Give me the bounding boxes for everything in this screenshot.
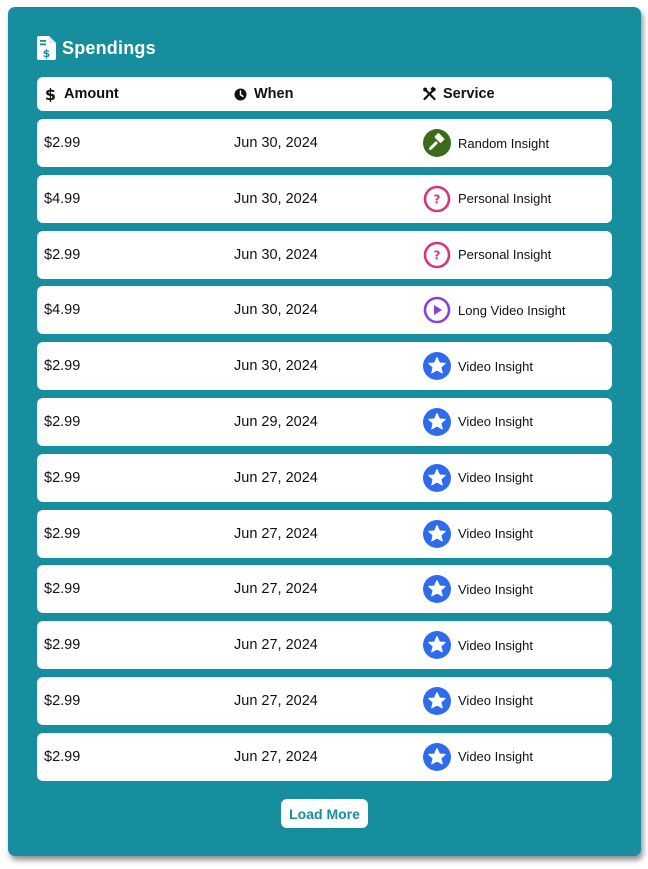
when-cell: Jun 27, 2024 [234,525,318,542]
panel-header: $ Spendings [37,36,156,60]
star-icon [423,407,451,436]
service-label: Personal Insight [458,191,552,207]
table-row[interactable]: $2.99 Jun 27, 2024 Video Insight [37,453,612,502]
when-cell: Jun 30, 2024 [234,246,318,263]
page-title: Spendings [62,37,156,58]
amount-cell: $2.99 [44,469,81,486]
service-label: Video Insight [458,749,533,765]
table-row[interactable]: $2.99 Jun 30, 2024 Random Insight [37,119,612,167]
service-label: Personal Insight [458,247,552,263]
amount-cell: $2.99 [44,748,81,765]
service-label: Video Insight [458,470,533,486]
svg-text:?: ? [434,248,441,262]
column-header-service[interactable]: Service [423,77,495,111]
service-cell: Video Insight [423,510,533,558]
amount-cell: $2.99 [44,413,81,430]
column-header-amount[interactable]: $ Amount [44,77,119,111]
dollar-document-icon: $ [37,36,56,60]
service-label: Random Insight [458,135,550,151]
column-label: When [254,86,294,102]
table-row[interactable]: $2.99 Jun 27, 2024 Video Insight [37,565,612,614]
amount-cell: $4.99 [44,302,81,319]
svg-text:$: $ [43,47,51,60]
service-label: Long Video Insight [458,302,566,318]
service-cell: Video Insight [423,677,533,725]
table-row[interactable]: $2.99 Jun 29, 2024 Video Insight [37,397,612,446]
table-header: $ Amount When Service [37,77,612,111]
amount-cell: $2.99 [44,525,81,542]
service-label: Video Insight [458,526,533,542]
table-row[interactable]: $4.99 Jun 30, 2024? Personal Insight [37,174,612,223]
star-icon [423,631,451,660]
amount-cell: $2.99 [44,581,81,598]
star-icon [423,686,451,715]
service-cell: Video Insight [423,454,533,502]
when-cell: Jun 30, 2024 [234,190,318,207]
question-icon: ? [423,185,451,213]
service-label: Video Insight [458,358,533,374]
when-cell: Jun 30, 2024 [234,358,318,375]
when-cell: Jun 30, 2024 [234,302,318,319]
when-cell: Jun 30, 2024 [234,135,318,151]
when-cell: Jun 27, 2024 [234,748,318,765]
star-icon [423,463,451,492]
play-icon [423,297,451,324]
amount-cell: $2.99 [44,692,81,709]
question-icon: ? [423,241,451,268]
table-row[interactable]: $2.99 Jun 27, 2024 Video Insight [37,732,612,781]
column-label: Service [443,86,495,102]
service-cell: Random Insight [423,119,549,167]
service-cell: ? Personal Insight [423,231,551,279]
column-label: Amount [64,86,119,102]
column-header-when[interactable]: When [234,77,293,111]
amount-cell: $2.99 [44,637,81,654]
star-icon [423,519,451,548]
clock-icon [234,88,247,101]
when-cell: Jun 27, 2024 [234,581,318,598]
spendings-panel: $ Spendings $ Amount When Service $2.99 … [8,7,641,856]
service-cell: Video Insight [423,621,533,669]
amount-cell: $2.99 [44,358,81,375]
service-cell: Video Insight [423,342,533,390]
service-cell: Video Insight [423,565,533,613]
service-label: Video Insight [458,637,533,653]
load-more-button[interactable]: Load More [281,799,368,828]
amount-cell: $2.99 [44,135,81,151]
service-cell: Video Insight [423,733,533,781]
amount-cell: $2.99 [44,246,81,263]
when-cell: Jun 27, 2024 [234,469,318,486]
star-icon [423,575,451,604]
table-row[interactable]: $2.99 Jun 27, 2024 Video Insight [37,676,612,725]
table-row[interactable]: $2.99 Jun 27, 2024 Video Insight [37,621,612,670]
spendings-table: $ Amount When Service $2.99 Jun 30, 2024… [37,77,612,789]
when-cell: Jun 27, 2024 [234,637,318,654]
star-icon [423,352,451,381]
tools-icon [423,86,436,101]
dollar-icon: $ [45,86,56,102]
amount-cell: $4.99 [44,190,81,207]
table-row[interactable]: $2.99 Jun 30, 2024 Video Insight [37,342,612,391]
service-cell: ? Personal Insight [423,175,551,223]
service-label: Video Insight [458,693,533,709]
table-row[interactable]: $2.99 Jun 27, 2024 Video Insight [37,509,612,558]
svg-text:$: $ [45,86,56,102]
random-insight-icon [423,129,451,157]
service-label: Video Insight [458,414,533,430]
table-row[interactable]: $2.99 Jun 30, 2024? Personal Insight [37,230,612,279]
service-label: Video Insight [458,581,533,597]
svg-text:?: ? [434,192,441,206]
service-cell: Video Insight [423,398,533,446]
when-cell: Jun 29, 2024 [234,413,318,430]
table-row[interactable]: $4.99 Jun 30, 2024 Long Video Insight [37,286,612,335]
star-icon [423,742,451,771]
service-cell: Long Video Insight [423,286,565,334]
when-cell: Jun 27, 2024 [234,692,318,709]
